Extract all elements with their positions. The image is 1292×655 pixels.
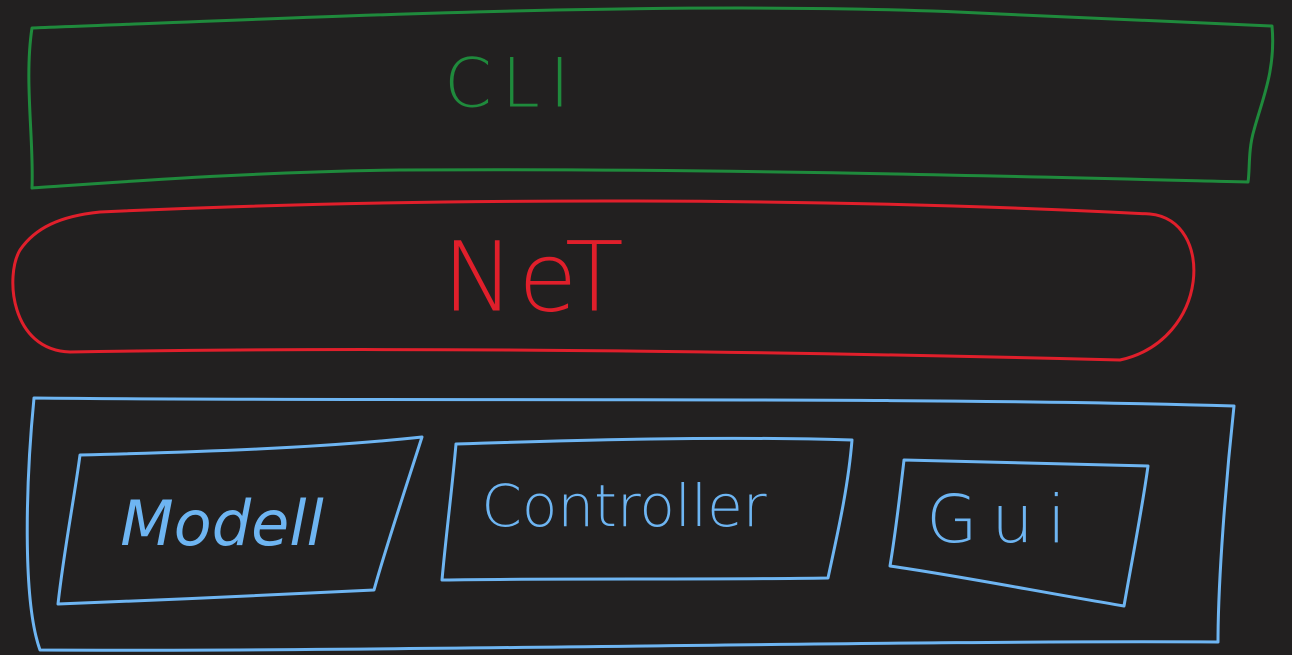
net-label: NeT [442,221,627,333]
controller-component: Controller [440,436,854,582]
ui-layer: Modell Controller Gui [25,396,1236,652]
gui-label: Gui [926,481,1079,558]
cli-label: CLI [444,45,579,124]
gui-component: Gui [888,458,1150,608]
controller-label: Controller [481,472,766,540]
model-component: Modell [56,435,424,606]
net-layer: NeT [11,199,1196,362]
architecture-diagram: CLI NeT Modell Controller Gui [11,6,1275,652]
model-label: Modell [120,487,323,560]
cli-layer-box [27,6,1275,190]
cli-layer: CLI [27,6,1275,190]
